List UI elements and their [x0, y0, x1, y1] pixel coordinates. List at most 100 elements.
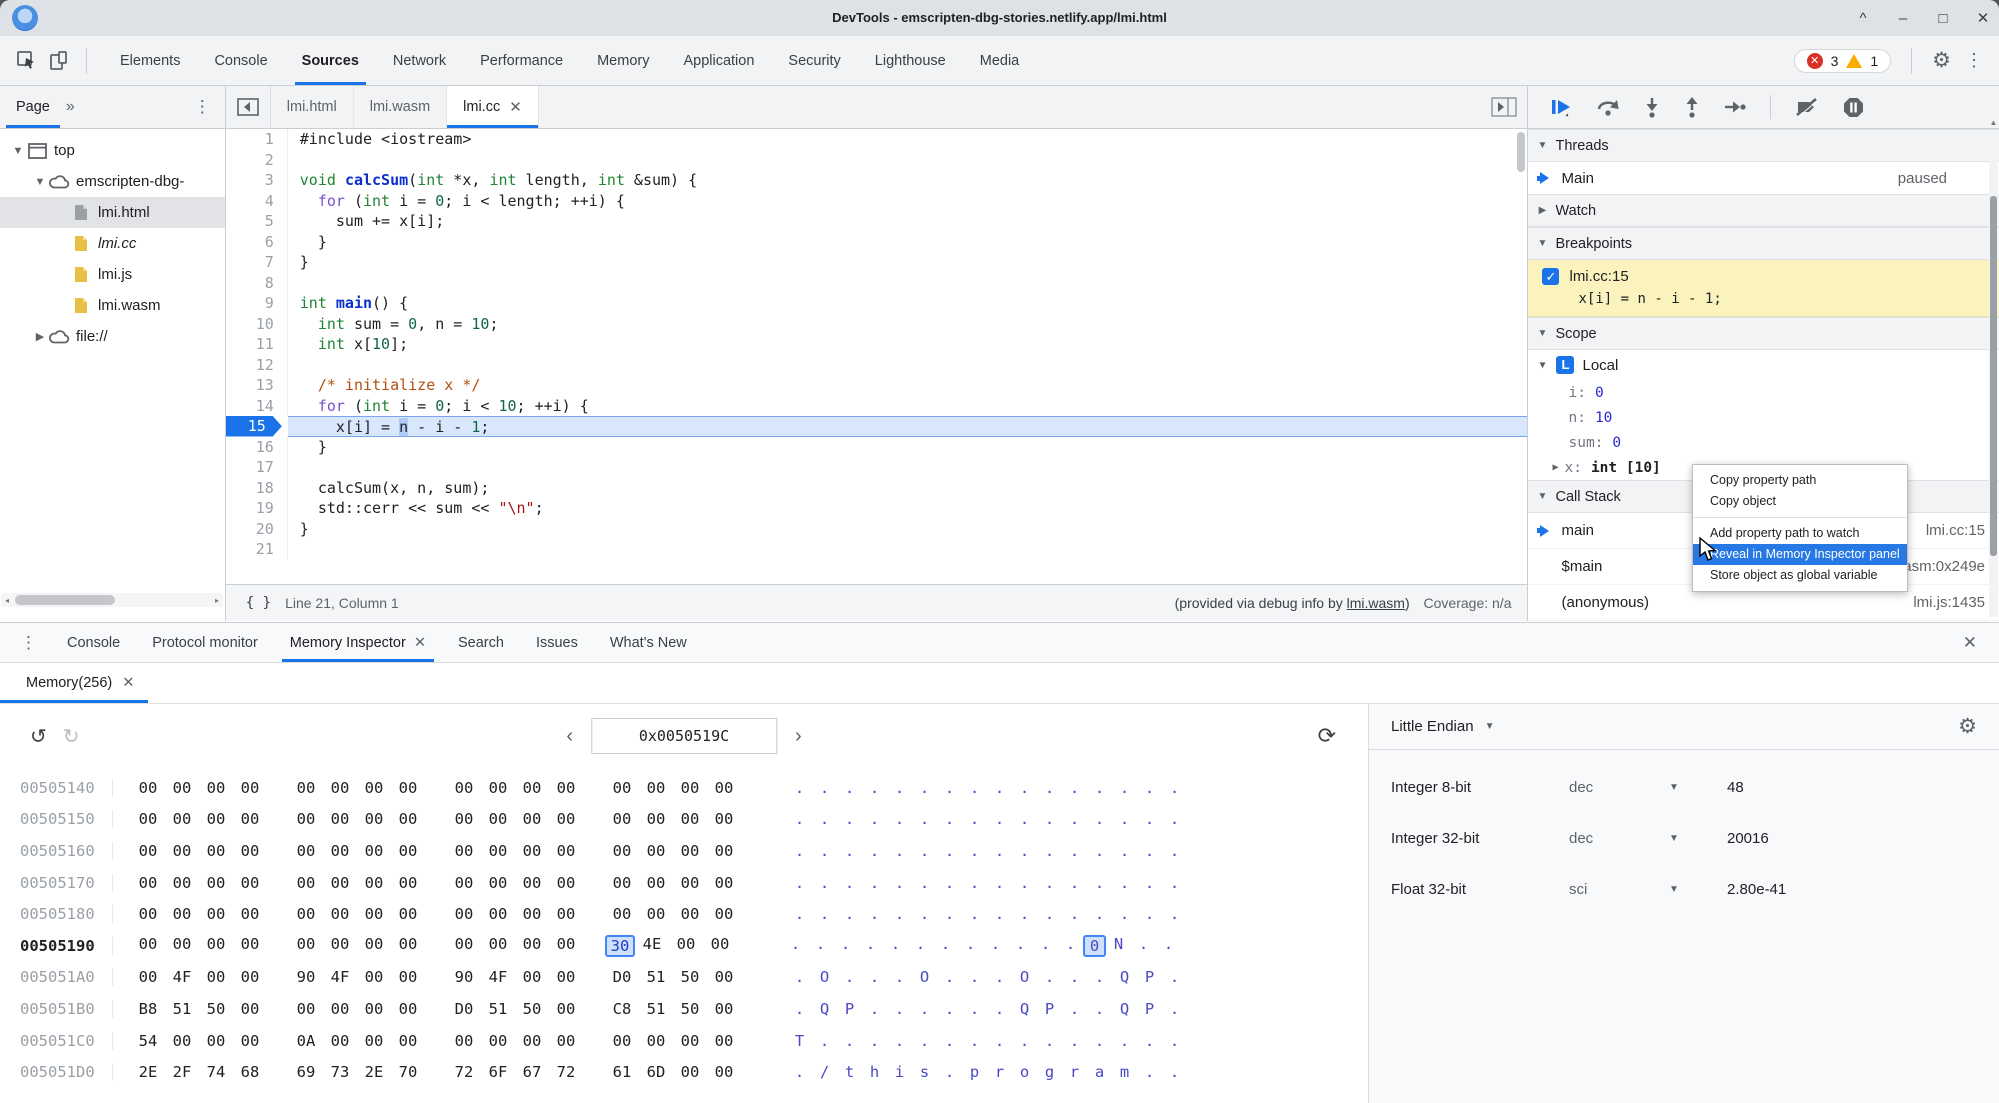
drawer-tab-what-s-new[interactable]: What's New: [594, 623, 703, 662]
byte-cell[interactable]: 00: [549, 968, 583, 986]
chevron-down-icon[interactable]: ▼: [1669, 884, 1727, 895]
byte-cell[interactable]: 54: [131, 1032, 165, 1050]
ascii-char[interactable]: s: [912, 1063, 937, 1081]
byte-cell[interactable]: 00: [391, 779, 425, 797]
byte-cell[interactable]: 00: [447, 874, 481, 892]
ascii-char[interactable]: .: [883, 935, 908, 957]
breakpoint-entry[interactable]: ✓ lmi.cc:15 x[i] = n - i - 1;: [1528, 260, 1999, 317]
drawer-menu-icon[interactable]: ⋮: [0, 633, 51, 653]
byte-cell[interactable]: 51: [639, 1000, 673, 1018]
byte-cell[interactable]: 00: [233, 1032, 267, 1050]
byte-cell[interactable]: 00: [323, 905, 357, 923]
ascii-char[interactable]: p: [962, 1063, 987, 1081]
byte-cell[interactable]: 00: [357, 935, 391, 957]
ascii-char[interactable]: .: [1062, 968, 1087, 986]
byte-cell[interactable]: 00: [391, 935, 425, 957]
ascii-char[interactable]: .: [912, 905, 937, 923]
byte-cell[interactable]: 00: [515, 968, 549, 986]
ascii-char[interactable]: .: [1162, 905, 1187, 923]
ascii-char[interactable]: a: [1087, 1063, 1112, 1081]
byte-cell[interactable]: 00: [233, 842, 267, 860]
ascii-char[interactable]: .: [1058, 935, 1083, 957]
byte-cell[interactable]: 00: [357, 905, 391, 923]
hex-row-00505150[interactable]: 00505150 00 00 00 00 00 00 00 00 00 00 00 00 00 00 00 00…: [0, 804, 1368, 836]
ascii-char[interactable]: .: [908, 935, 933, 957]
code-line-13[interactable]: 13 /* initialize x */: [226, 375, 1528, 396]
ascii-char[interactable]: .: [837, 842, 862, 860]
refresh-icon[interactable]: ⟳: [1318, 723, 1336, 749]
ascii-char[interactable]: .: [1037, 779, 1062, 797]
byte-cell[interactable]: D0: [447, 1000, 481, 1018]
byte-cell[interactable]: 00: [357, 842, 391, 860]
byte-cell[interactable]: 00: [605, 1032, 639, 1050]
ascii-char[interactable]: .: [887, 1032, 912, 1050]
byte-cell[interactable]: 00: [233, 874, 267, 892]
hex-row-00505190[interactable]: 00505190 00 00 00 00 00 00 00 00 00 00 00 00 30 4E 00 00…: [0, 930, 1368, 962]
ascii-char[interactable]: r: [1062, 1063, 1087, 1081]
ascii-char[interactable]: .: [862, 1000, 887, 1018]
breakpoint-checkbox[interactable]: ✓: [1542, 268, 1560, 285]
ascii-char[interactable]: .: [887, 779, 912, 797]
maximize-icon[interactable]: □: [1935, 10, 1951, 27]
ascii-char[interactable]: .: [887, 968, 912, 986]
byte-cell[interactable]: 00: [199, 874, 233, 892]
ascii-char[interactable]: .: [887, 874, 912, 892]
chevron-down-icon[interactable]: ▼: [1669, 782, 1727, 793]
code-line-11[interactable]: 11 int x[10];: [226, 334, 1528, 355]
line-number[interactable]: 20: [226, 518, 288, 539]
ascii-char[interactable]: .: [1131, 935, 1156, 957]
source-code[interactable]: 1 #include <iostream> 2 3 void calcSum(int *…: [226, 129, 1528, 585]
ascii-char[interactable]: .: [787, 1000, 812, 1018]
byte-cell[interactable]: 68: [233, 1063, 267, 1081]
ascii-char[interactable]: .: [962, 968, 987, 986]
line-number[interactable]: 17: [226, 457, 288, 478]
ascii-char[interactable]: .: [1033, 935, 1058, 957]
hex-row-005051D0[interactable]: 005051D0 2E 2F 74 68 69 73 2E 70 72 6F 67 72 61 6D 00 00…: [0, 1056, 1368, 1088]
address-input[interactable]: [591, 718, 777, 754]
hex-row-00505140[interactable]: 00505140 00 00 00 00 00 00 00 00 00 00 00 00 00 00 00 00…: [0, 772, 1368, 804]
byte-cell[interactable]: 00: [233, 935, 267, 957]
tab-lighthouse[interactable]: Lighthouse: [858, 36, 963, 85]
byte-cell[interactable]: 00: [515, 1032, 549, 1050]
byte-cell[interactable]: 00: [165, 810, 199, 828]
drawer-tab-memory-inspector[interactable]: Memory Inspector ✕: [274, 623, 442, 662]
ascii-char[interactable]: .: [1087, 968, 1112, 986]
byte-cell[interactable]: 00: [131, 905, 165, 923]
byte-cell[interactable]: 00: [707, 1000, 741, 1018]
value-format-select[interactable]: dec: [1569, 779, 1669, 796]
byte-cell[interactable]: 00: [549, 874, 583, 892]
byte-cell[interactable]: 00: [165, 874, 199, 892]
ascii-char[interactable]: .: [937, 905, 962, 923]
navigator-menu-icon[interactable]: ⋮: [194, 97, 225, 117]
code-line-20[interactable]: 20}: [226, 518, 1528, 539]
byte-cell[interactable]: 2E: [357, 1063, 391, 1081]
code-line-21[interactable]: 21: [226, 539, 1528, 560]
ascii-char[interactable]: .: [862, 779, 887, 797]
selected-byte[interactable]: 30: [605, 934, 635, 957]
ascii-char[interactable]: m: [1112, 1063, 1137, 1081]
ascii-char[interactable]: .: [1037, 842, 1062, 860]
endianness-select[interactable]: Little Endian ▼: [1369, 718, 1496, 735]
ascii-char[interactable]: .: [1162, 779, 1187, 797]
byte-cell[interactable]: 00: [515, 905, 549, 923]
ascii-char[interactable]: .: [837, 779, 862, 797]
byte-cell[interactable]: 4F: [323, 968, 357, 986]
ascii-char[interactable]: .: [1062, 1000, 1087, 1018]
tree-item-lmi-js[interactable]: lmi.js: [0, 259, 225, 290]
chevron-down-icon[interactable]: ▼: [1669, 833, 1727, 844]
byte-cell[interactable]: 00: [447, 810, 481, 828]
ascii-char[interactable]: P: [837, 1000, 862, 1018]
byte-cell[interactable]: 00: [131, 968, 165, 986]
tab-page[interactable]: Page: [0, 86, 66, 128]
navigator-hscrollbar[interactable]: ◂ ▸: [1, 593, 223, 607]
byte-cell[interactable]: 00: [289, 810, 323, 828]
pretty-print-icon[interactable]: { }: [226, 595, 285, 611]
ascii-char[interactable]: .: [1012, 810, 1037, 828]
byte-cell[interactable]: B8: [131, 1000, 165, 1018]
byte-cell[interactable]: 00: [233, 905, 267, 923]
breakpoints-section-header[interactable]: ▼ Breakpoints: [1528, 227, 1999, 260]
byte-cell[interactable]: 4E: [635, 935, 669, 957]
ascii-char[interactable]: .: [1162, 968, 1187, 986]
byte-cell[interactable]: 51: [165, 1000, 199, 1018]
hex-row-00505180[interactable]: 00505180 00 00 00 00 00 00 00 00 00 00 00 00 00 00 00 00…: [0, 898, 1368, 930]
